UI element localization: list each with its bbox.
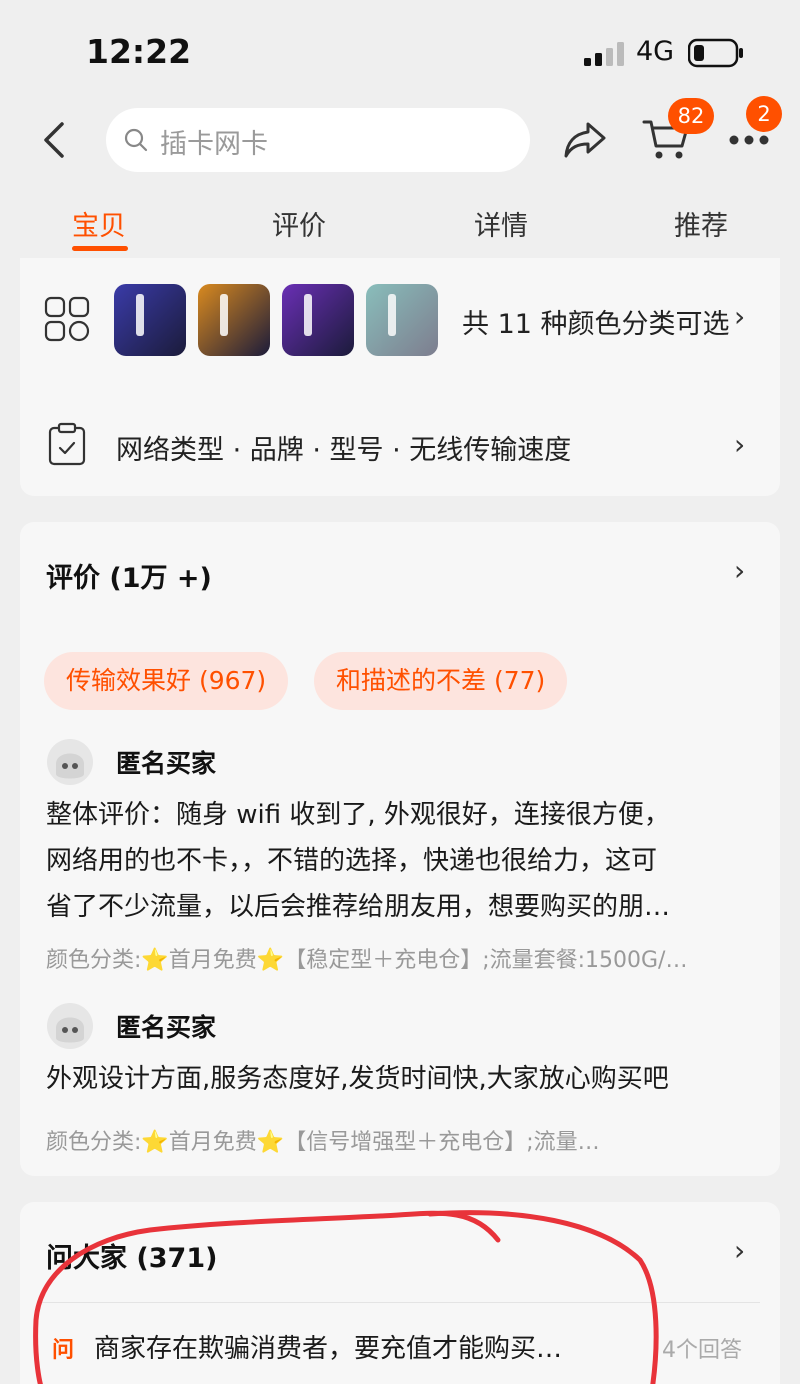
chevron-right-icon[interactable]: › (734, 554, 745, 587)
status-bar: 12:22 4G (0, 0, 800, 100)
share-icon[interactable] (562, 118, 608, 162)
review-text[interactable]: 外观设计方面,服务态度好,发货时间快,大家放心购买吧 (46, 1056, 758, 1102)
answer-count: 4个回答 (662, 1338, 742, 1363)
reviews-card: 评价 (1万 +) › 传输效果好 (967) 和描述的不差 (77) 匿名买家… (20, 522, 780, 1176)
tab-reviews[interactable]: 评价 (272, 204, 326, 243)
reviewer-name: 匿名买家 (116, 1013, 217, 1042)
status-time: 12:22 (86, 32, 192, 71)
sku-card: 共 11 种颜色分类可选 › 网络类型 · 品牌 · 型号 · 无线传输速度 › (20, 258, 780, 496)
tab-details[interactable]: 详情 (474, 204, 528, 243)
question-text[interactable]: 商家存在欺骗消费者，要充值才能购买… (94, 1328, 562, 1365)
color-thumb[interactable] (198, 284, 270, 356)
chevron-right-icon[interactable]: › (734, 428, 745, 461)
review-line: 整体评价：随身 wifi 收到了, 外观很好，连接很方便， (46, 800, 670, 830)
question-icon: 问 (52, 1338, 75, 1363)
color-thumb[interactable] (366, 284, 438, 356)
review-tag[interactable]: 和描述的不差 (77) (314, 652, 568, 710)
chevron-right-icon[interactable]: › (734, 300, 745, 333)
reviewer-name: 匿名买家 (116, 749, 217, 778)
review-text[interactable]: 整体评价：随身 wifi 收到了, 外观很好，连接很方便， 网络用的也不卡，，不… (46, 792, 758, 930)
color-options-text[interactable]: 共 11 种颜色分类可选 (462, 302, 730, 341)
divider (40, 1302, 760, 1303)
chevron-right-icon[interactable]: › (734, 1234, 745, 1267)
network-type: 4G (636, 36, 675, 67)
tab-recommend[interactable]: 推荐 (674, 204, 728, 243)
more-icon[interactable] (728, 134, 770, 146)
color-thumb[interactable] (282, 284, 354, 356)
message-count-badge: 2 (746, 96, 782, 132)
qa-card: 问大家 (371) › 问 商家存在欺骗消费者，要充值才能购买… 4个回答 (20, 1202, 780, 1384)
search-bar[interactable]: 插卡网卡 (106, 108, 530, 172)
top-nav: 插卡网卡 82 2 (0, 96, 800, 186)
active-tab-indicator (72, 246, 128, 251)
avatar-icon (47, 739, 93, 785)
cart-count-badge: 82 (668, 98, 714, 134)
back-arrow-icon[interactable] (36, 120, 72, 160)
avatar-icon (47, 1003, 93, 1049)
signal-icon (584, 42, 624, 66)
review-tag[interactable]: 传输效果好 (967) (44, 652, 289, 710)
search-placeholder: 插卡网卡 (160, 129, 268, 160)
review-sku-meta: 颜色分类:⭐首月免费⭐【信号增强型＋充电仓】;流量… (46, 1130, 600, 1155)
spec-summary[interactable]: 网络类型 · 品牌 · 型号 · 无线传输速度 (116, 428, 571, 467)
reviews-title[interactable]: 评价 (1万 +) (46, 556, 212, 595)
review-line: 外观设计方面,服务态度好,发货时间快,大家放心购买吧 (46, 1064, 669, 1094)
product-tabs: 宝贝 评价 详情 推荐 (0, 186, 800, 258)
review-line: 省了不少流量，以后会推荐给朋友用，想要购买的朋… (46, 892, 671, 922)
grid-icon (44, 296, 90, 342)
review-line: 网络用的也不卡，，不错的选择，快递也很给力，这可 (46, 846, 658, 876)
clipboard-check-icon (48, 422, 86, 466)
review-sku-meta: 颜色分类:⭐首月免费⭐【稳定型＋充电仓】;流量套餐:1500G/… (46, 948, 688, 973)
tab-baobei[interactable]: 宝贝 (72, 204, 126, 243)
qa-title[interactable]: 问大家 (371) (46, 1236, 217, 1275)
color-thumb[interactable] (114, 284, 186, 356)
search-icon (124, 128, 148, 152)
battery-icon (688, 38, 743, 68)
